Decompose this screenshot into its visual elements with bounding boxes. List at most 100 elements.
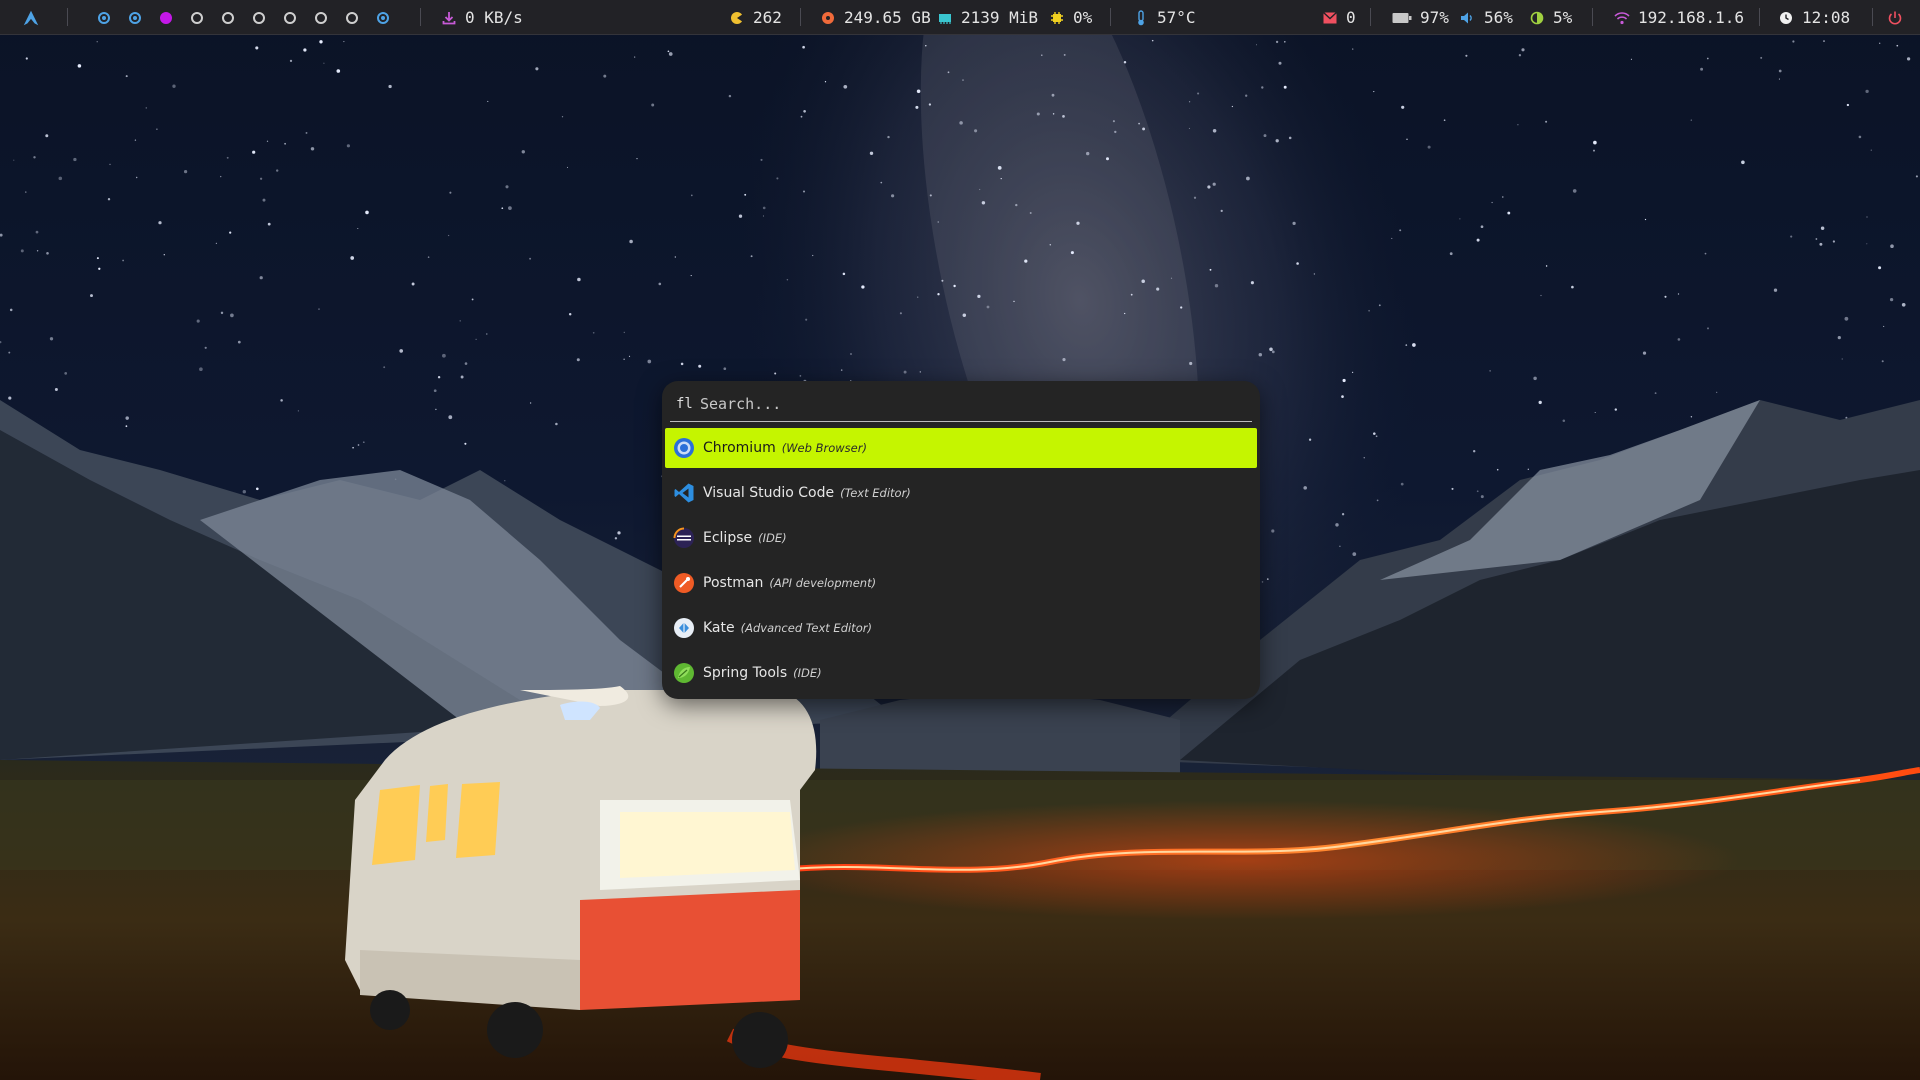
disk-icon [820,10,836,26]
network-speed-module[interactable]: 0 KB/s [441,0,523,35]
star [13,159,15,161]
star [521,150,525,154]
result-postman[interactable]: Postman (API development) [665,563,1257,603]
star [77,64,82,68]
result-vscode[interactable]: Visual Studio Code (Text Editor) [665,473,1257,513]
cpu-module[interactable]: 0% [1049,0,1092,35]
star [262,198,266,202]
star [9,308,13,312]
star [617,531,621,535]
workspace-9[interactable] [346,11,358,24]
star [1188,127,1190,129]
star [343,41,345,43]
star [1706,327,1710,330]
star [163,253,166,256]
disk-module[interactable]: 249.65 GB [820,0,931,35]
star [903,370,907,374]
star [555,422,558,426]
temperature-module[interactable]: 57°C [1133,0,1196,35]
star [255,487,259,491]
star [1245,94,1248,97]
star [634,56,636,58]
updates-module[interactable]: 262 [729,0,782,35]
star [1170,277,1173,279]
workspace-6[interactable] [253,11,265,24]
star [64,372,68,375]
result-spring-tools[interactable]: Spring Tools (IDE) [665,653,1257,693]
workspace-5[interactable] [222,11,234,24]
star [242,490,246,494]
brightness-module[interactable]: 5% [1529,0,1572,35]
star [803,109,806,113]
power-button[interactable] [1887,0,1903,35]
star [25,191,27,193]
star [561,116,564,118]
star [1664,295,1667,298]
star [668,52,673,56]
workspace-3[interactable] [160,11,172,24]
result-chromium[interactable]: Chromium (Web Browser) [665,428,1257,468]
result-eclipse[interactable]: Eclipse (IDE) [665,518,1257,558]
star [259,276,263,280]
workspace-1[interactable] [98,11,110,24]
star [614,537,618,540]
star [464,362,468,365]
star [460,375,464,379]
star [566,166,569,168]
star [1896,44,1899,47]
result-kate[interactable]: Kate (Advanced Text Editor) [665,608,1257,648]
star [1881,360,1884,363]
star [1070,251,1074,255]
star [276,169,279,172]
star [471,298,474,301]
star [1376,499,1379,502]
temperature-value: 57°C [1157,8,1196,27]
star [134,139,137,141]
star [1284,41,1286,43]
workspace-8[interactable] [315,11,327,24]
separator [1110,8,1111,26]
star [760,158,763,161]
wifi-module[interactable]: 192.168.1.6 [1614,0,1744,35]
star [1533,376,1537,381]
star [284,142,286,145]
star [1406,138,1408,140]
star [435,408,437,411]
star [1049,244,1052,246]
result-description: (Text Editor) [840,486,911,500]
star [1041,54,1043,56]
star [8,396,12,400]
star [237,340,241,344]
star [1677,338,1681,341]
workspace-10[interactable] [377,11,389,24]
memory-module[interactable]: 2139 MiB [937,0,1038,35]
star [842,272,846,276]
star [979,188,981,191]
star [937,293,940,296]
star [1889,297,1894,302]
star [1292,221,1296,226]
star [1538,400,1542,405]
workspace-2[interactable] [129,11,141,24]
search-input[interactable] [698,395,1252,413]
battery-module[interactable]: 97% [1392,0,1449,35]
star [1865,89,1869,94]
arch-logo-icon[interactable] [22,0,40,35]
star [1283,85,1287,89]
star [1024,259,1028,263]
star [947,71,950,74]
star [135,176,138,179]
star [365,210,369,215]
power-icon [1887,10,1903,26]
mail-module[interactable]: 0 [1322,0,1356,35]
star [220,311,224,315]
workspace-7[interactable] [284,11,296,24]
result-name: Postman [703,575,764,591]
star [20,249,24,253]
workspace-4[interactable] [191,11,203,24]
star [1180,306,1183,309]
clock-module[interactable]: 12:08 [1778,0,1850,35]
volume-module[interactable]: 56% [1460,0,1513,35]
disk-usage: 249.65 GB [844,8,931,27]
mail-icon [1322,10,1338,26]
